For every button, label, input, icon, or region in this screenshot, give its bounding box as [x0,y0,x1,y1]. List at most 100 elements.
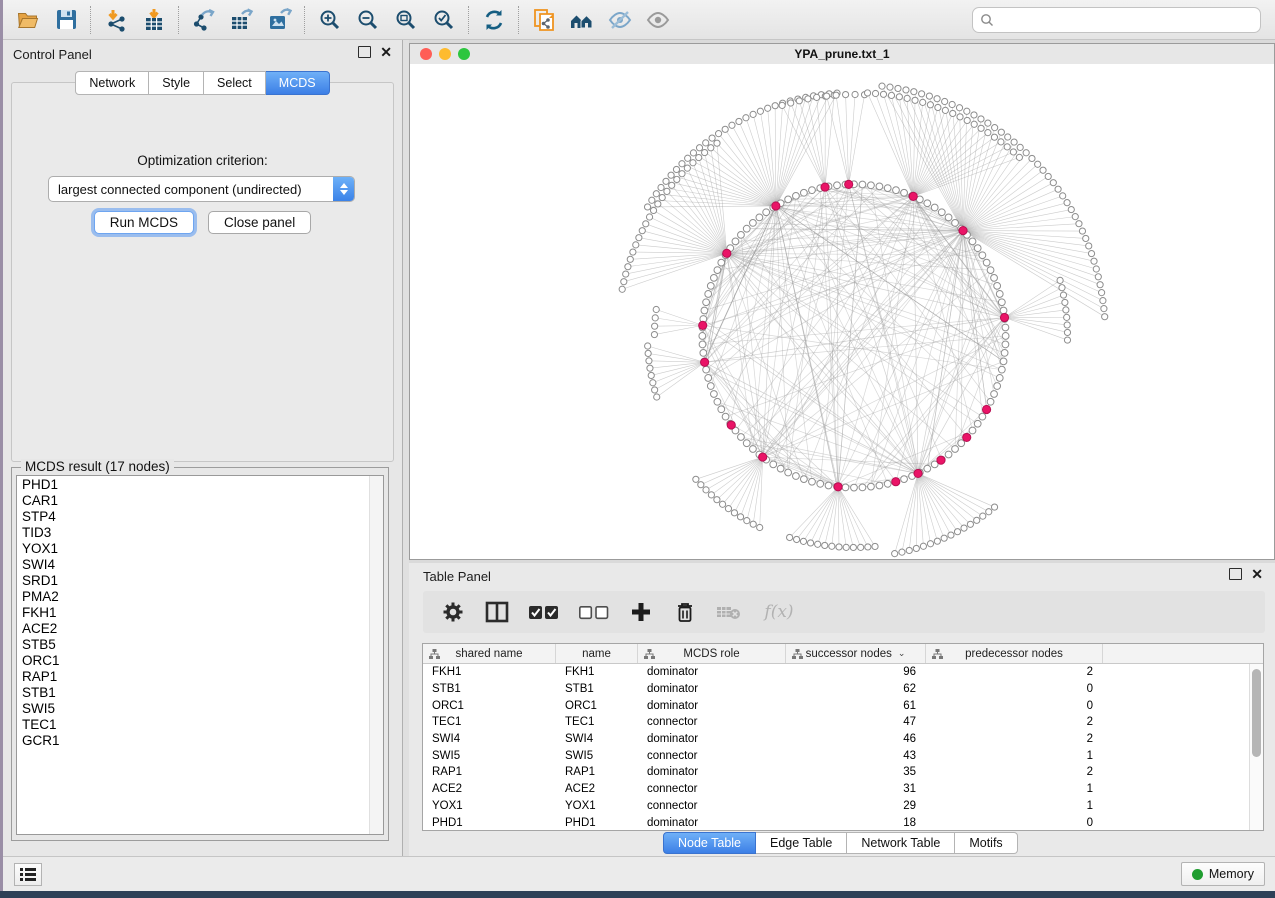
dropdown-arrows-icon [333,177,354,201]
criterion-dropdown[interactable]: largest connected component (undirected) [48,176,355,202]
zoom-in-icon[interactable] [313,5,347,35]
table-row[interactable]: SWI4SWI4dominator462 [423,731,1250,748]
column-header-successor-nodes[interactable]: successor nodes ⌄ [786,644,926,663]
table-row[interactable]: TEC1TEC1connector472 [423,714,1250,731]
table-scrollbar-thumb[interactable] [1252,669,1261,757]
mcds-result-item[interactable]: TID3 [17,525,369,541]
mcds-result-item[interactable]: STB1 [17,685,369,701]
mcds-result-item[interactable]: ACE2 [17,621,369,637]
export-network-icon[interactable] [187,5,221,35]
table-cell: PHD1 [556,817,638,829]
tab-network[interactable]: Network [75,71,149,95]
tab-network-table[interactable]: Network Table [847,832,955,854]
show-all-icon[interactable] [641,5,675,35]
mcds-result-item[interactable]: PMA2 [17,589,369,605]
column-settings-gear-icon[interactable] [439,598,467,626]
mcds-result-item[interactable]: SRD1 [17,573,369,589]
table-cell: dominator [638,733,786,745]
open-file-icon[interactable] [11,5,45,35]
refresh-layout-icon[interactable] [477,5,511,35]
application-window: Control Panel ✕ Network Style Select MCD… [3,0,1275,891]
network-view-window: YPA_prune.txt_1 [409,43,1275,560]
table-cell: dominator [638,766,786,778]
table-cell: dominator [638,817,786,829]
column-header-mcds-role[interactable]: MCDS role [638,644,786,663]
table-cell: 0 [926,683,1103,695]
main-toolbar [3,0,1275,40]
mcds-result-item[interactable]: GCR1 [17,733,369,749]
float-table-panel-icon[interactable] [1229,568,1242,580]
close-panel-icon[interactable]: ✕ [380,46,392,58]
table-panel-title: Table Panel [423,569,491,584]
mcds-result-item[interactable]: PHD1 [17,477,369,493]
task-history-button[interactable] [14,863,42,886]
add-column-icon[interactable] [627,598,655,626]
table-cell: dominator [638,683,786,695]
deselect-all-checkboxes-icon[interactable] [577,598,611,626]
import-network-icon[interactable] [99,5,133,35]
network-window-titlebar[interactable]: YPA_prune.txt_1 [410,44,1274,65]
mcds-result-title: MCDS result (17 nodes) [21,459,174,474]
column-header-predecessor-nodes[interactable]: predecessor nodes [926,644,1103,663]
split-panel-icon[interactable] [483,598,511,626]
delete-column-icon[interactable] [671,598,699,626]
mcds-result-item[interactable]: SWI4 [17,557,369,573]
zoom-out-icon[interactable] [351,5,385,35]
window-minimize-icon[interactable] [439,48,451,60]
tab-style[interactable]: Style [149,71,204,95]
mcds-result-item[interactable]: TEC1 [17,717,369,733]
mcds-result-item[interactable]: STB5 [17,637,369,653]
table-row[interactable]: ORC1ORC1dominator610 [423,697,1250,714]
mcds-result-scrollbar[interactable] [369,476,383,834]
clone-network-icon[interactable] [527,5,561,35]
table-row[interactable]: RAP1RAP1dominator352 [423,764,1250,781]
function-builder-disabled-icon: f(x) [759,598,799,626]
column-header-shared-name[interactable]: shared name [423,644,556,663]
export-image-icon[interactable] [263,5,297,35]
table-row[interactable]: ACE2ACE2connector311 [423,781,1250,798]
table-cell: 46 [786,733,926,745]
import-table-icon[interactable] [137,5,171,35]
table-cell: SWI4 [556,733,638,745]
table-row[interactable]: STB1STB1dominator620 [423,681,1250,698]
zoom-selected-icon[interactable] [427,5,461,35]
close-panel-button[interactable]: Close panel [208,211,311,234]
zoom-fit-icon[interactable] [389,5,423,35]
run-mcds-button[interactable]: Run MCDS [94,211,194,234]
table-cell: 2 [926,766,1103,778]
mcds-result-item[interactable]: STP4 [17,509,369,525]
memory-button[interactable]: Memory [1181,862,1265,886]
table-scrollbar[interactable] [1249,664,1263,830]
mcds-result-item[interactable]: SWI5 [17,701,369,717]
toolbar-separator [304,6,306,34]
export-table-icon[interactable] [225,5,259,35]
mcds-result-item[interactable]: YOX1 [17,541,369,557]
column-header-name[interactable]: name [556,644,638,663]
first-neighbors-icon[interactable] [565,5,599,35]
tab-edge-table[interactable]: Edge Table [756,832,847,854]
window-close-icon[interactable] [420,48,432,60]
table-row[interactable]: PHD1PHD1dominator180 [423,814,1250,831]
hide-selected-icon[interactable] [603,5,637,35]
mcds-result-item[interactable]: FKH1 [17,605,369,621]
network-canvas[interactable] [410,64,1274,559]
table-row[interactable]: SWI5SWI5connector431 [423,747,1250,764]
tab-mcds[interactable]: MCDS [266,71,330,95]
search-input[interactable] [999,12,1260,28]
table-cell: connector [638,750,786,762]
float-panel-icon[interactable] [358,46,371,58]
window-zoom-icon[interactable] [458,48,470,60]
tab-select[interactable]: Select [204,71,266,95]
table-row[interactable]: YOX1YOX1connector291 [423,798,1250,815]
table-row[interactable]: FKH1FKH1dominator962 [423,664,1250,681]
tab-node-table[interactable]: Node Table [663,832,756,854]
tab-motifs[interactable]: Motifs [955,832,1017,854]
mcds-result-item[interactable]: RAP1 [17,669,369,685]
select-all-checkboxes-icon[interactable] [527,598,561,626]
mcds-result-item[interactable]: CAR1 [17,493,369,509]
search-field[interactable] [972,7,1261,33]
table-cell: 35 [786,766,926,778]
mcds-result-item[interactable]: ORC1 [17,653,369,669]
save-session-icon[interactable] [49,5,83,35]
close-table-panel-icon[interactable]: ✕ [1251,568,1263,580]
